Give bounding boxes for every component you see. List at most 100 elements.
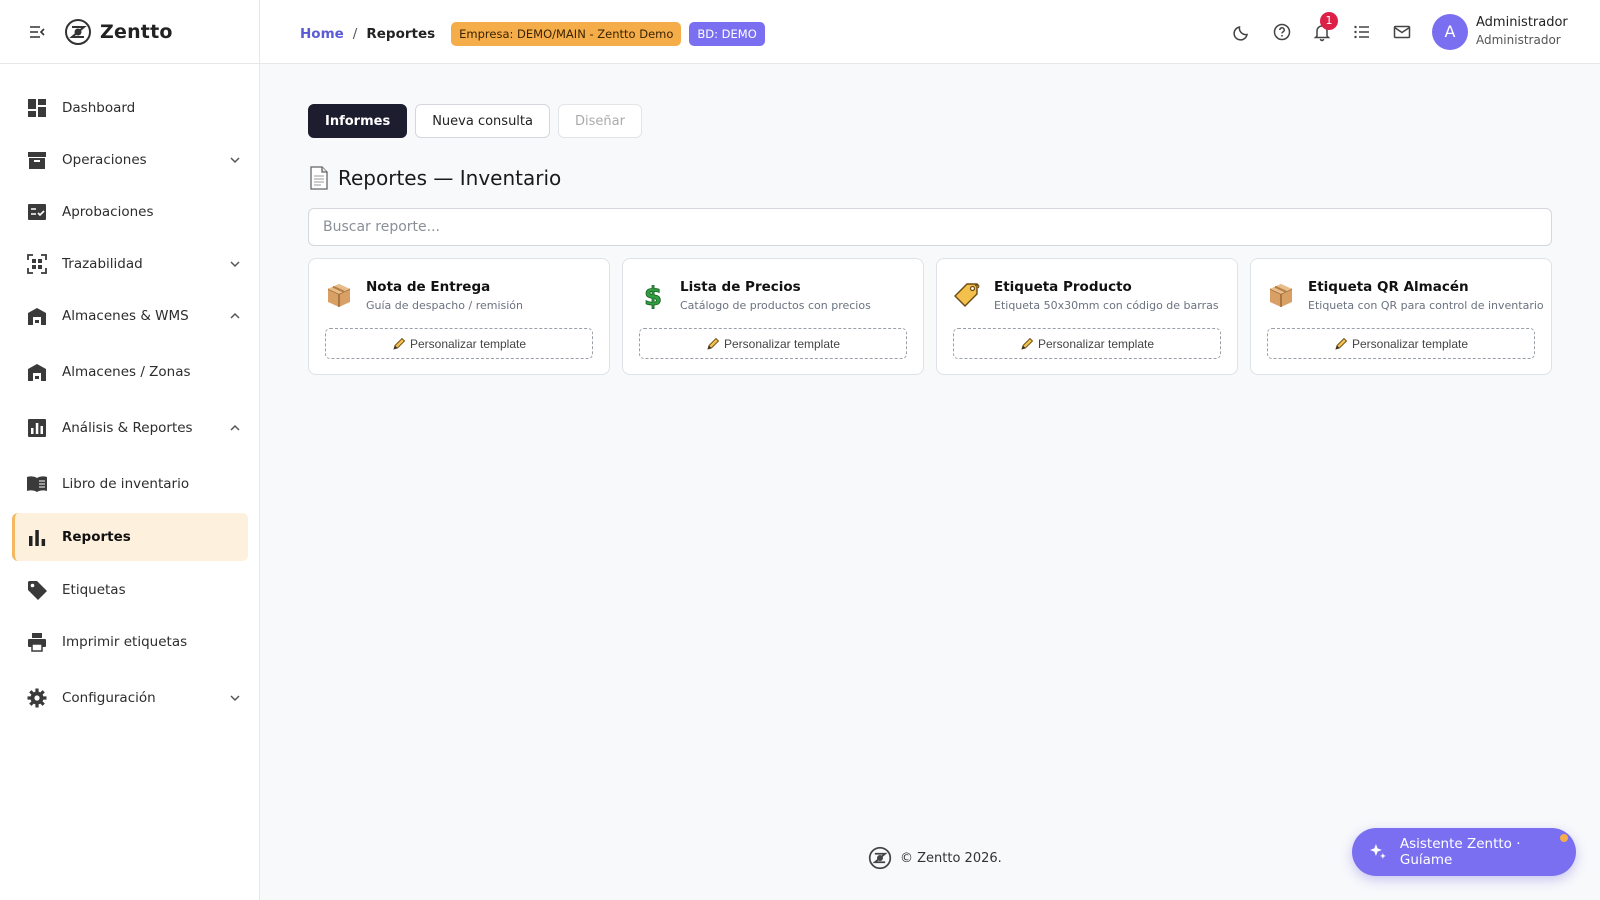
- sidebar-item-aprobaciones[interactable]: Aprobaciones: [12, 188, 248, 236]
- assistant-button[interactable]: Asistente Zentto · Guíame: [1352, 828, 1576, 876]
- report-card-nota-entrega[interactable]: Nota de Entrega Guía de despacho / remis…: [308, 258, 610, 375]
- sidebar-item-trazabilidad[interactable]: Trazabilidad: [12, 240, 248, 288]
- user-role: Administrador: [1476, 33, 1561, 47]
- sidebar-item-label: Aprobaciones: [62, 204, 154, 220]
- report-card-lista-precios[interactable]: $ Lista de Precios Catálogo de productos…: [622, 258, 924, 375]
- sidebar-item-libro-inventario[interactable]: Libro de inventario: [12, 460, 248, 508]
- customize-template-label: Personalizar template: [723, 336, 841, 351]
- notification-count-badge: 1: [1320, 12, 1338, 30]
- gear-icon: [26, 687, 48, 709]
- brand-bar: Zentto: [0, 0, 259, 64]
- assistant-label: Asistente Zentto · Guíame: [1399, 836, 1521, 868]
- page-title-text: Reportes — Inventario: [338, 166, 562, 190]
- sidebar: Zentto Dashboard Operaciones Aprobacione…: [0, 0, 260, 900]
- chevron-down-icon: [230, 261, 240, 268]
- bar-chart-icon: [26, 526, 48, 548]
- report-tabs: Informes Nueva consulta Diseñar: [308, 104, 650, 138]
- sidebar-item-dashboard[interactable]: Dashboard: [12, 84, 248, 132]
- chevron-up-icon: [230, 312, 240, 319]
- dashboard-icon: [26, 97, 48, 119]
- sidebar-item-operaciones[interactable]: Operaciones: [12, 136, 248, 184]
- sidebar-item-label: Análisis & Reportes: [62, 420, 193, 436]
- notifications-bell-icon[interactable]: 1: [1312, 12, 1338, 42]
- warehouse-icon: [26, 361, 48, 383]
- sidebar-item-label: Operaciones: [62, 152, 147, 168]
- footer: © Zentto 2026.: [868, 846, 1002, 870]
- tag-icon: [954, 283, 980, 307]
- card-title: Etiqueta QR Almacén: [1308, 279, 1469, 295]
- chevron-down-icon: [230, 695, 240, 702]
- sidebar-item-analisis-reportes[interactable]: Análisis & Reportes: [12, 404, 248, 452]
- pencil-icon: [1021, 337, 1034, 350]
- top-header: Home / Reportes Empresa: DEMO/MAIN - Zen…: [260, 0, 1600, 64]
- dark-mode-moon-icon[interactable]: [1232, 22, 1252, 42]
- sidebar-item-label: Configuración: [62, 690, 156, 706]
- sidebar-item-label: Trazabilidad: [62, 256, 143, 272]
- brand-name: Zentto: [100, 20, 173, 43]
- mail-icon[interactable]: [1392, 22, 1412, 42]
- customize-template-button[interactable]: Personalizar template: [1267, 328, 1535, 359]
- customize-template-label: Personalizar template: [1037, 336, 1155, 351]
- pencil-icon: [1335, 337, 1348, 350]
- footer-copyright: © Zentto 2026.: [900, 850, 1002, 866]
- sidebar-item-almacenes-zonas[interactable]: Almacenes / Zonas: [12, 348, 248, 396]
- archive-icon: [26, 149, 48, 171]
- report-card-etiqueta-producto[interactable]: Etiqueta Producto Etiqueta 50x30mm con c…: [936, 258, 1238, 375]
- package-icon: [327, 284, 351, 307]
- sidebar-item-label: Reportes: [62, 529, 131, 545]
- book-icon: [26, 473, 48, 495]
- zentto-logo-icon: [868, 846, 892, 870]
- pencil-icon: [707, 337, 720, 350]
- analytics-icon: [26, 417, 48, 439]
- warehouse-icon: [26, 305, 48, 327]
- sidebar-item-label: Etiquetas: [62, 582, 126, 598]
- tag-icon: [26, 579, 48, 601]
- sparkles-icon: [1369, 844, 1386, 859]
- breadcrumb: Home / Reportes Empresa: DEMO/MAIN - Zen…: [300, 22, 765, 46]
- database-badge: BD: DEMO: [689, 22, 765, 46]
- sidebar-item-label: Imprimir etiquetas: [62, 634, 188, 650]
- sidebar-item-label: Dashboard: [62, 100, 136, 116]
- tab-disenar[interactable]: Diseñar: [558, 104, 642, 138]
- printer-icon: [26, 631, 48, 653]
- user-name[interactable]: Administrador: [1476, 15, 1568, 30]
- report-search-input[interactable]: [308, 208, 1552, 246]
- card-description: Etiqueta con QR para control de inventar…: [1308, 299, 1544, 312]
- package-icon: [1269, 284, 1293, 307]
- customize-template-button[interactable]: Personalizar template: [639, 328, 907, 359]
- tab-nueva-consulta[interactable]: Nueva consulta: [415, 104, 550, 138]
- pencil-icon: [393, 337, 406, 350]
- chevron-down-icon: [230, 157, 240, 164]
- customize-template-label: Personalizar template: [1351, 336, 1469, 351]
- card-description: Etiqueta 50x30mm con código de barras: [994, 299, 1219, 312]
- sidebar-item-imprimir-etiquetas[interactable]: Imprimir etiquetas: [12, 618, 248, 666]
- menu-collapse-icon[interactable]: [28, 23, 46, 41]
- user-avatar[interactable]: A: [1432, 14, 1468, 50]
- page-title: Reportes — Inventario: [308, 166, 561, 190]
- help-icon[interactable]: [1272, 22, 1292, 42]
- card-description: Guía de despacho / remisión: [366, 299, 523, 312]
- chevron-up-icon: [230, 424, 240, 431]
- breadcrumb-home-link[interactable]: Home: [300, 26, 344, 42]
- document-icon: [310, 166, 328, 190]
- svg-text:$: $: [644, 282, 662, 309]
- report-card-etiqueta-qr-almacen[interactable]: Etiqueta QR Almacén Etiqueta con QR para…: [1250, 258, 1552, 375]
- sidebar-item-almacenes-wms[interactable]: Almacenes & WMS: [12, 292, 248, 340]
- sidebar-item-label: Almacenes / Zonas: [62, 364, 191, 380]
- zentto-logo-icon: [65, 18, 91, 45]
- task-list-icon[interactable]: [1352, 22, 1372, 42]
- customize-template-label: Personalizar template: [409, 336, 527, 351]
- breadcrumb-separator: /: [352, 26, 358, 42]
- sidebar-item-etiquetas[interactable]: Etiquetas: [12, 566, 248, 614]
- checklist-icon: [26, 201, 48, 223]
- sidebar-item-reportes[interactable]: Reportes: [12, 513, 248, 561]
- empresa-badge: Empresa: DEMO/MAIN - Zentto Demo: [451, 22, 682, 46]
- tab-informes[interactable]: Informes: [308, 104, 408, 138]
- card-description: Catálogo de productos con precios: [680, 299, 871, 312]
- sidebar-item-configuracion[interactable]: Configuración: [12, 674, 248, 722]
- customize-template-button[interactable]: Personalizar template: [953, 328, 1221, 359]
- customize-template-button[interactable]: Personalizar template: [325, 328, 593, 359]
- dollar-icon: $: [644, 282, 663, 309]
- sidebar-item-label: Libro de inventario: [62, 476, 190, 492]
- card-title: Lista de Precios: [680, 279, 801, 295]
